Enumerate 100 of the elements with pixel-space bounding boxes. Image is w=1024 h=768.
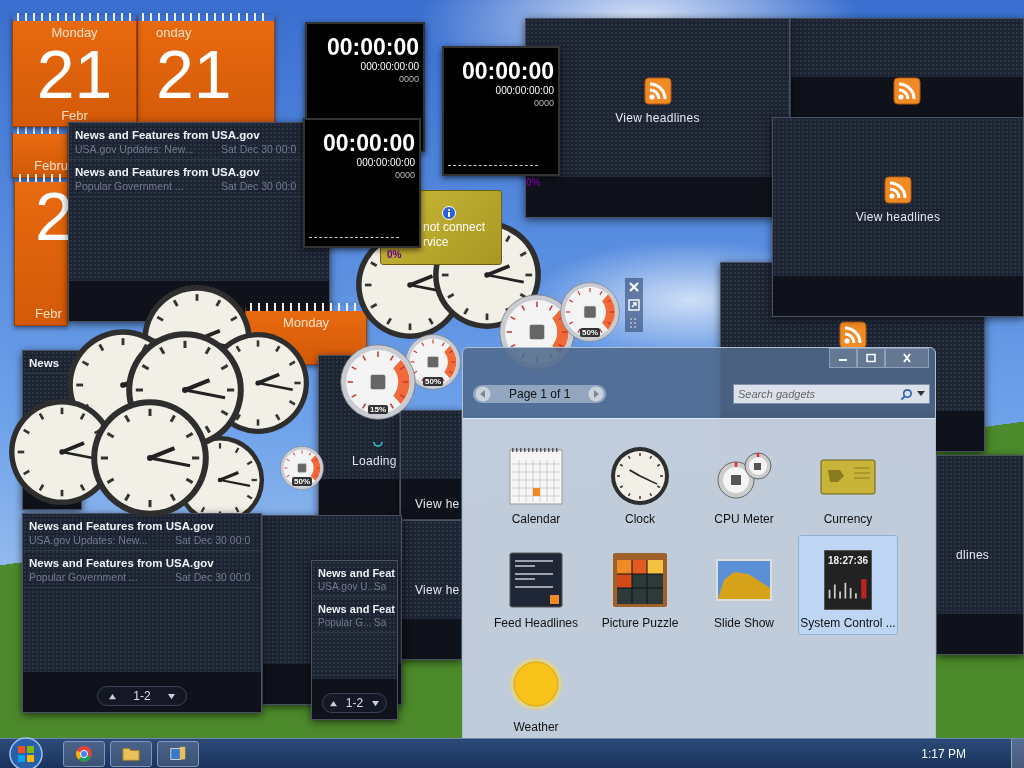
- meter-reading: 50%: [292, 477, 312, 487]
- headline-date: Sat Dec 30 00:0: [175, 534, 252, 546]
- spiral-binding-drawing: [19, 174, 63, 182]
- up-arrow-icon[interactable]: [328, 699, 338, 707]
- close-icon: [901, 353, 913, 363]
- up-arrow-icon[interactable]: [108, 692, 118, 700]
- elapsed-detail: 000:00:00:00: [356, 157, 415, 168]
- headline-date: Sa: [374, 617, 388, 628]
- taskbar-button[interactable]: [157, 741, 199, 767]
- gauge-drawing: [560, 282, 620, 342]
- elapsed-time: 00:00:00: [461, 58, 554, 85]
- counter-text: 0000: [394, 170, 415, 180]
- loading-text: Loading: [352, 454, 397, 468]
- view-headlines-link[interactable]: View headlines: [855, 210, 941, 224]
- view-headlines-link[interactable]: View he: [415, 583, 460, 597]
- elapsed-detail: 000:00:00:00: [495, 85, 554, 96]
- percent-text: 0%: [387, 249, 402, 260]
- gadget-tile[interactable]: Weather: [486, 639, 586, 739]
- headline-date: Sat Dec 30 00:0: [221, 180, 298, 192]
- clock-icon: [610, 446, 670, 506]
- gadget-tile[interactable]: Calendar: [486, 431, 586, 531]
- calendar-icon: [506, 446, 566, 506]
- down-arrow-icon[interactable]: [371, 699, 381, 707]
- rss-icon: [884, 176, 912, 204]
- gadget-tile[interactable]: Clock: [590, 431, 690, 531]
- close-icon[interactable]: [627, 280, 641, 294]
- meter-reading: 50%: [580, 328, 600, 338]
- rss-icon: [643, 77, 672, 105]
- headline-date: Sa: [374, 581, 388, 592]
- headline-title[interactable]: News and Feat: [318, 567, 396, 579]
- next-page-icon[interactable]: [588, 386, 605, 402]
- rss-icon: [893, 77, 921, 105]
- dropdown-caret-icon[interactable]: [917, 391, 925, 397]
- gadget-tile[interactable]: Feed Headlines: [486, 535, 586, 635]
- error-message: not connect: [423, 220, 487, 235]
- month-label: Febr: [35, 306, 62, 321]
- gadget-tile[interactable]: Currency: [798, 431, 898, 531]
- day-number: 21: [36, 40, 113, 108]
- page-indicator: Page 1 of 1: [508, 387, 572, 401]
- start-button[interactable]: [8, 736, 44, 768]
- maximize-button[interactable]: [857, 348, 885, 368]
- headline-title[interactable]: News and Features from USA.gov: [29, 520, 214, 532]
- headline-title[interactable]: News and Feat: [318, 603, 396, 615]
- clock-time: 1:17 PM: [921, 747, 966, 761]
- minimize-button[interactable]: [829, 348, 857, 368]
- gadget-tile[interactable]: CPU Meter: [694, 431, 794, 531]
- counter-text: 0000: [533, 98, 554, 108]
- down-arrow-icon[interactable]: [166, 692, 176, 700]
- weekday-label: Monday: [282, 315, 330, 330]
- month-label: Febr: [61, 108, 88, 123]
- meter-reading: 50%: [423, 376, 443, 386]
- page-range: 1-2: [133, 689, 151, 703]
- folder-icon: [122, 745, 140, 763]
- resize-icon[interactable]: [627, 298, 641, 312]
- gadget-tile[interactable]: 18:27:36 System Control ...: [798, 535, 898, 635]
- headline-date: Sat Dec 30 00:0: [175, 571, 252, 583]
- search-field[interactable]: Search gadgets: [733, 384, 930, 404]
- gauge-drawing: [280, 446, 324, 490]
- headline-summary: Popular Government ...: [29, 571, 139, 583]
- search-icon: [900, 387, 913, 401]
- day-number: 21: [156, 40, 232, 108]
- headline-title[interactable]: News and Features from USA.gov: [75, 166, 260, 178]
- elapsed-time: 00:00:00: [326, 34, 419, 61]
- previous-page-icon[interactable]: [475, 386, 491, 402]
- gadget-tile[interactable]: Picture Puzzle: [590, 535, 690, 635]
- weekday-label: Monday: [51, 25, 98, 40]
- browser-icon: [75, 745, 93, 763]
- headline-title[interactable]: News and Features from USA.gov: [75, 129, 260, 141]
- view-headlines-link[interactable]: dlines: [956, 548, 990, 562]
- headline-summary: Popular Government ...: [75, 180, 185, 192]
- headline-date: Sat Dec 30 00:0: [221, 143, 298, 155]
- headline-title[interactable]: News and Features from USA.gov: [29, 557, 214, 569]
- percent-text: 0%: [526, 177, 541, 188]
- counter-text: 0000: [398, 74, 419, 84]
- view-headlines-link[interactable]: View headlines: [615, 111, 700, 125]
- headline-title[interactable]: News: [29, 357, 60, 369]
- taskbar-button[interactable]: [63, 741, 105, 767]
- headline-summary: USA.gov Updates: New...: [29, 534, 149, 546]
- puzzle-icon: [610, 550, 670, 610]
- elapsed-detail: 000:00:00:00: [360, 61, 419, 72]
- meter-reading: 15%: [368, 404, 388, 414]
- search-input[interactable]: Search gadgets: [738, 388, 896, 400]
- headline-summary: USA.gov U...: [318, 581, 374, 592]
- taskbar-button[interactable]: [110, 741, 152, 767]
- close-button[interactable]: [885, 348, 929, 368]
- rss-icon: [838, 321, 867, 349]
- headline-summary: USA.gov Updates: New...: [75, 143, 195, 155]
- headline-summary: Popular G...: [318, 617, 373, 628]
- info-icon: [442, 206, 456, 220]
- preview-time: 18:27:36: [828, 555, 868, 566]
- month-label: Febru: [34, 158, 68, 173]
- view-headlines-link[interactable]: View he: [415, 497, 460, 511]
- day-number: 2: [35, 182, 73, 250]
- weekday-label: onday: [156, 25, 192, 40]
- window-icon: [169, 745, 187, 763]
- show-desktop-button[interactable]: [1011, 739, 1024, 768]
- feed-headlines-icon: [506, 550, 566, 610]
- page-range: 1-2: [345, 696, 364, 710]
- maximize-icon: [865, 353, 877, 363]
- gadget-tile[interactable]: Slide Show: [694, 535, 794, 635]
